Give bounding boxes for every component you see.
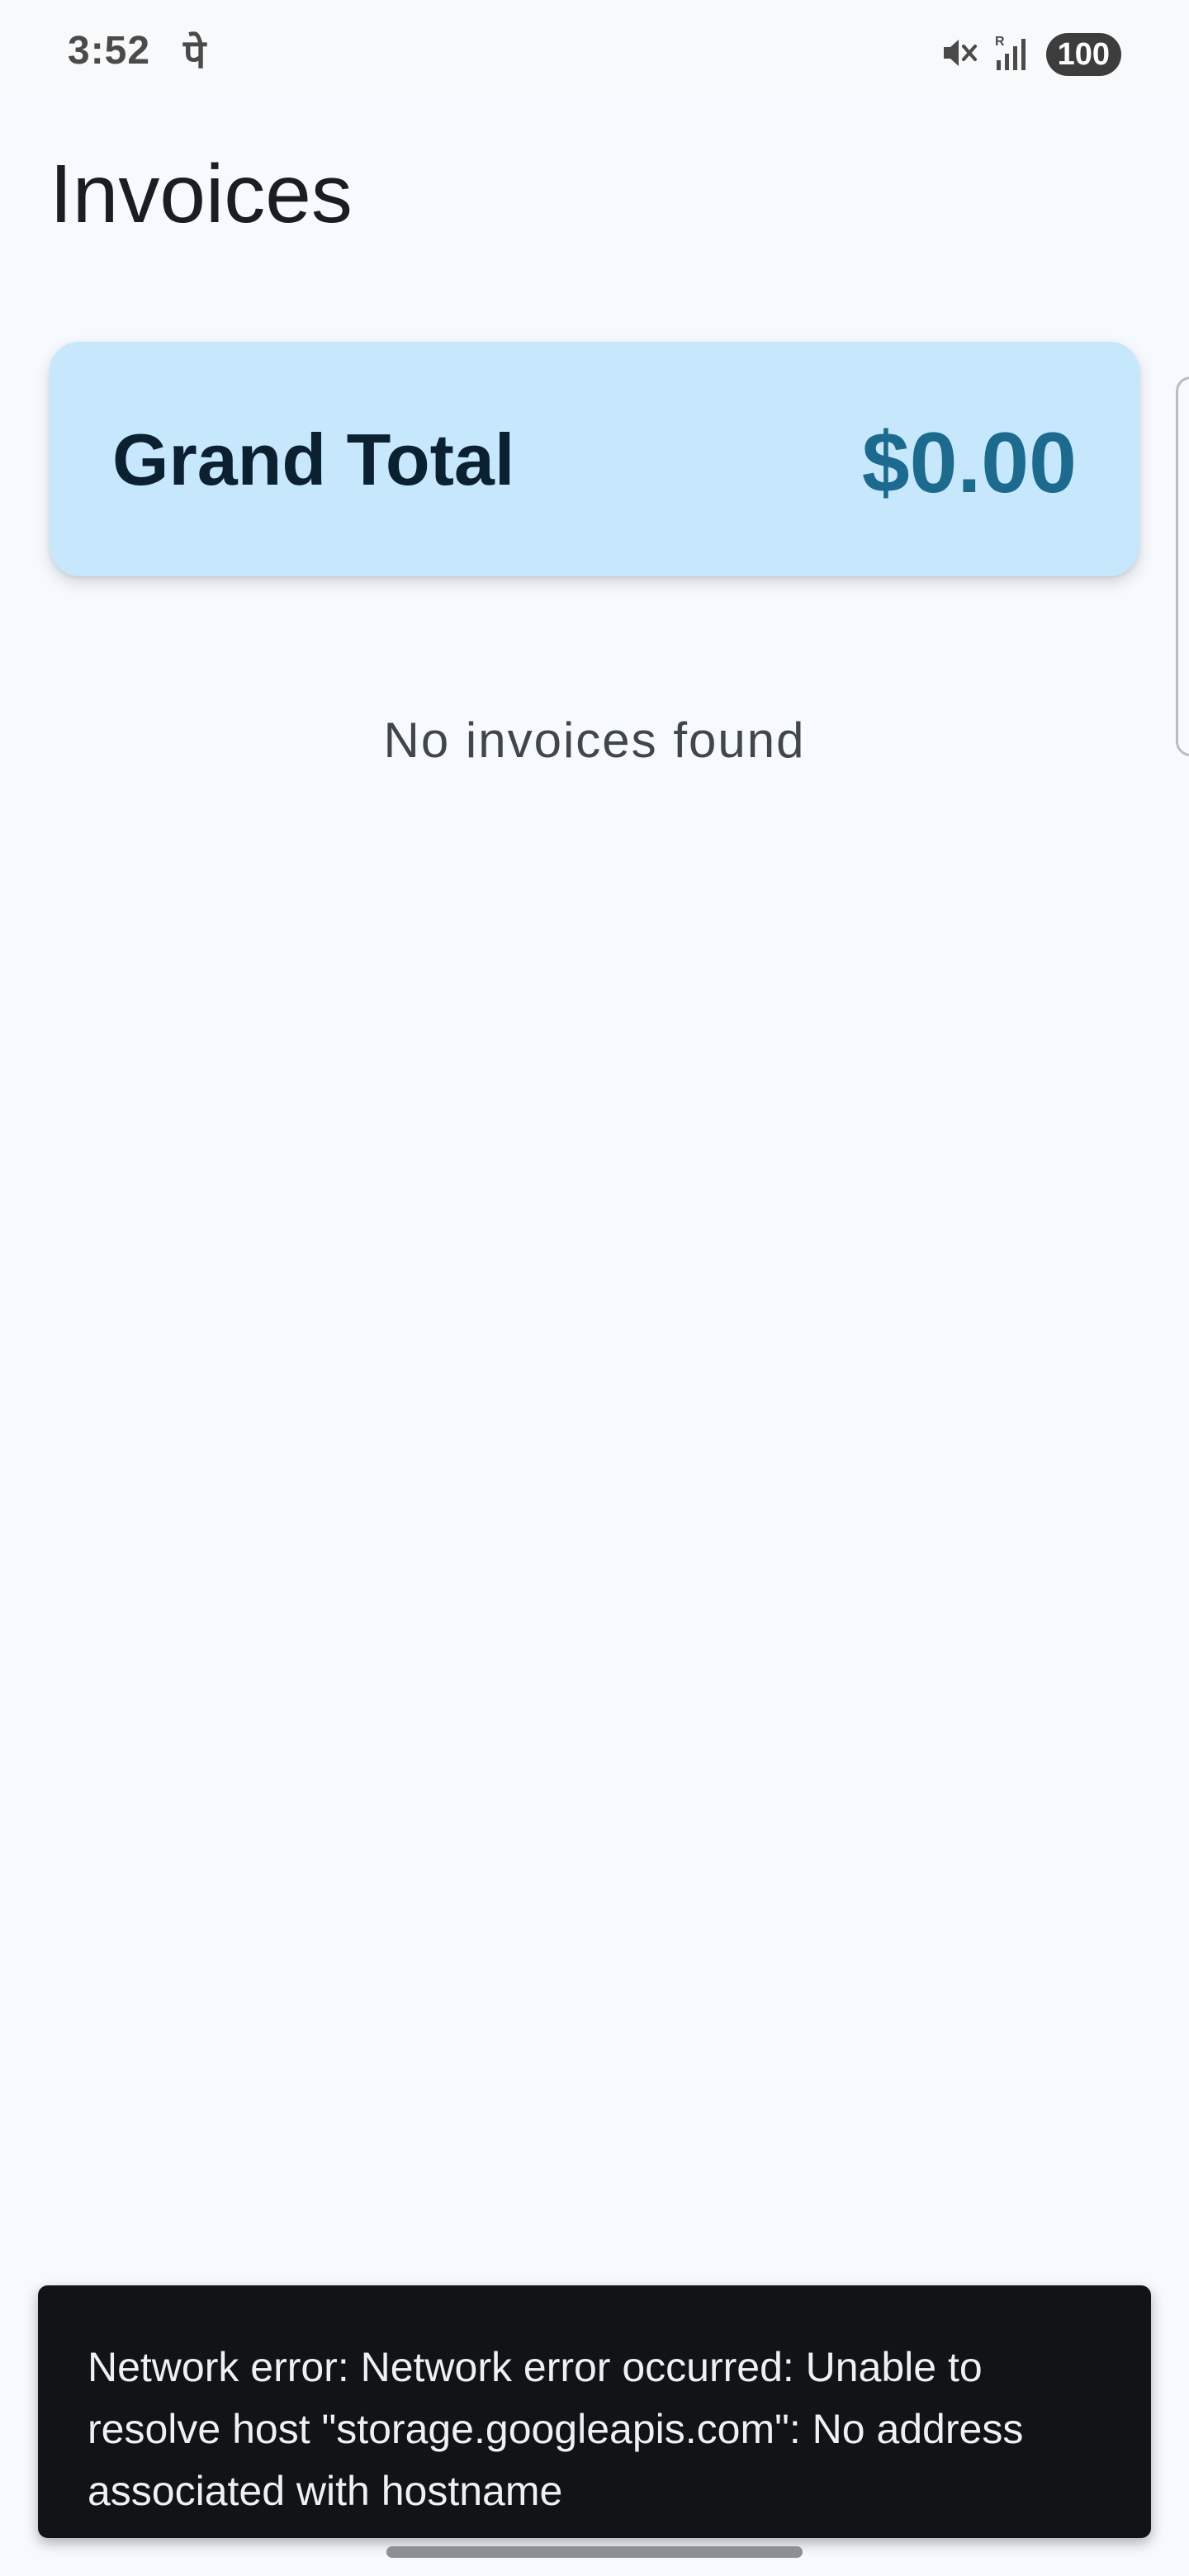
error-snackbar: Network error: Network error occurred: U… [38, 2285, 1151, 2538]
empty-state-message: No invoices found [383, 713, 806, 768]
grand-total-card: Grand Total $0.00 [50, 342, 1139, 576]
svg-text:R: R [995, 35, 1005, 49]
snackbar-message: Network error: Network error occurred: U… [88, 2344, 1024, 2514]
battery-indicator: 100 [1045, 33, 1121, 76]
status-bar: 3:52 पे R 100 [0, 0, 1189, 92]
status-time: 3:52 [68, 29, 151, 73]
side-edge-handle[interactable] [1176, 376, 1189, 756]
home-indicator[interactable] [386, 2546, 803, 2558]
grand-total-label: Grand Total [112, 419, 515, 500]
status-icons: R 100 [940, 31, 1121, 78]
page-title: Invoices [50, 148, 353, 240]
status-notification-glyph: पे [183, 33, 206, 77]
signal-icon: R [993, 32, 1031, 78]
grand-total-value: $0.00 [861, 415, 1077, 511]
mute-icon [940, 34, 978, 76]
